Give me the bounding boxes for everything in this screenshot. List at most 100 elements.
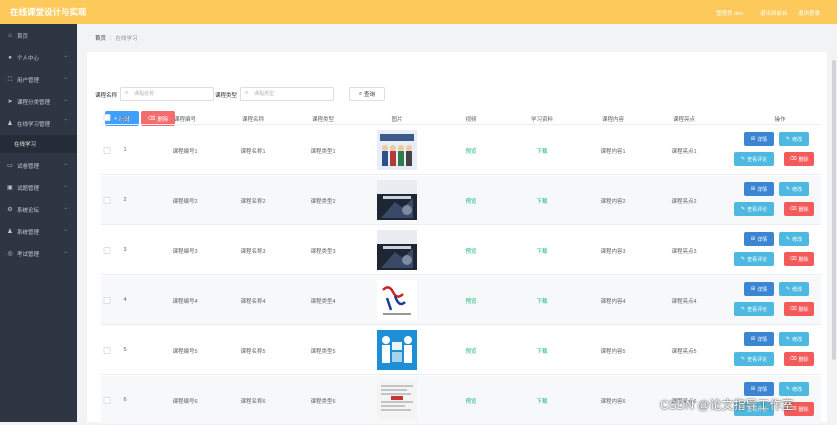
course-name-field[interactable]: ⌕ bbox=[120, 87, 214, 101]
sidebar-item-system[interactable]: ♟ 系统管理 ⌄ bbox=[0, 222, 77, 242]
material-download-link[interactable]: 下载 bbox=[536, 247, 547, 255]
sidebar-item-label: 考试管理 bbox=[17, 252, 40, 258]
sidebar-item-forum[interactable]: ⚙ 系统论坛 ⌄ bbox=[0, 200, 77, 220]
material-download-link[interactable]: 下载 bbox=[536, 147, 547, 155]
trash-icon: ⌫ bbox=[789, 356, 797, 362]
cell-name: 课程名称6 bbox=[240, 399, 266, 405]
detail-button[interactable]: ⊞ 详情 bbox=[744, 282, 774, 296]
chevron-down-icon: ⌄ bbox=[63, 53, 68, 59]
cell-index: 4 bbox=[123, 297, 127, 303]
sidebar-item-profile[interactable]: ● 个人中心 ⌄ bbox=[0, 48, 77, 68]
row-delete-button[interactable]: ⌫ 删除 bbox=[784, 202, 814, 216]
row-delete-button[interactable]: ⌫ 删除 bbox=[784, 252, 814, 266]
course-thumbnail bbox=[377, 380, 417, 420]
detail-button[interactable]: ⊞ 详情 bbox=[744, 132, 774, 146]
sidebar-item-exam[interactable]: ◎ 考试管理 ⌄ bbox=[0, 244, 77, 264]
column-header-video: 视频 bbox=[465, 117, 477, 123]
material-download-link[interactable]: 下载 bbox=[536, 297, 547, 305]
search-icon: ⌕ bbox=[125, 90, 129, 96]
row-delete-button[interactable]: ⌫ 删除 bbox=[784, 352, 814, 366]
column-header-index: 索引 bbox=[119, 117, 131, 123]
select-all-checkbox[interactable] bbox=[103, 114, 111, 121]
sidebar: ⌂ 首页 ● 个人中心 ⌄ ⛶ 用户管理 ⌄ ➤ 课程分类管理 ⌄ ♟ 在线学习… bbox=[0, 24, 77, 422]
video-preview-link[interactable]: 预览 bbox=[465, 147, 476, 155]
header-logout-link[interactable]: 退出登录 bbox=[798, 9, 820, 17]
sidebar-item-course-category[interactable]: ➤ 课程分类管理 ⌄ bbox=[0, 92, 77, 112]
sidebar-item-online-learning[interactable]: ♟ 在线学习管理 ⌃ bbox=[0, 114, 77, 134]
edit-button[interactable]: ✎ 修改 bbox=[779, 182, 809, 196]
trash-icon: ⌫ bbox=[789, 156, 797, 162]
view-comment-button[interactable]: ✎ 查看评论 bbox=[734, 252, 774, 266]
row-delete-button-label: 删除 bbox=[798, 256, 809, 263]
search-icon: ⌕ bbox=[245, 90, 249, 96]
video-preview-link[interactable]: 预览 bbox=[465, 347, 476, 355]
query-button[interactable]: ⌕ 查询 bbox=[349, 87, 385, 101]
pencil-icon: ✎ bbox=[740, 256, 746, 262]
pencil-icon: ✎ bbox=[740, 156, 746, 162]
video-preview-link[interactable]: 预览 bbox=[465, 197, 476, 205]
cell-name: 课程名称2 bbox=[240, 199, 266, 205]
detail-button[interactable]: ⊞ 详情 bbox=[744, 332, 774, 346]
header-user-link[interactable]: 管理员 abo bbox=[716, 9, 743, 17]
detail-button[interactable]: ⊞ 详情 bbox=[744, 232, 774, 246]
pencil-icon: ✎ bbox=[785, 186, 791, 192]
sidebar-item-label: 首页 bbox=[17, 34, 29, 40]
cell-name: 课程名称4 bbox=[240, 299, 266, 305]
sidebar-subitem-online-learning[interactable]: 在线学习 bbox=[0, 135, 77, 153]
row-checkbox[interactable] bbox=[103, 397, 111, 404]
query-button-label: 查询 bbox=[364, 92, 376, 98]
course-type-input[interactable] bbox=[254, 89, 330, 99]
sidebar-item-home[interactable]: ⌂ 首页 bbox=[0, 26, 77, 46]
cell-code: 课程编号4 bbox=[172, 299, 198, 305]
cell-index: 1 bbox=[123, 147, 127, 153]
breadcrumb-home[interactable]: 首页 bbox=[95, 36, 106, 42]
video-preview-link[interactable]: 预览 bbox=[465, 397, 476, 405]
column-header-material: 学习资料 bbox=[530, 117, 554, 123]
row-delete-button-label: 删除 bbox=[798, 356, 809, 363]
video-preview-link[interactable]: 预览 bbox=[465, 247, 476, 255]
detail-button[interactable]: ⊞ 详情 bbox=[744, 382, 774, 396]
header-front-link[interactable]: 退出到前台 bbox=[760, 9, 788, 17]
video-preview-link[interactable]: 预览 bbox=[465, 297, 476, 305]
cell-highlight: 课程亮点1 bbox=[671, 149, 697, 155]
row-checkbox[interactable] bbox=[103, 297, 111, 304]
row-checkbox[interactable] bbox=[103, 147, 111, 154]
edit-button[interactable]: ✎ 修改 bbox=[779, 332, 809, 346]
cell-name: 课程名称3 bbox=[240, 249, 266, 255]
detail-button[interactable]: ⊞ 详情 bbox=[744, 182, 774, 196]
chevron-down-icon: ⌄ bbox=[63, 161, 68, 167]
sidebar-item-questions[interactable]: ▣ 试题管理 ⌄ bbox=[0, 178, 77, 198]
material-download-link[interactable]: 下载 bbox=[536, 197, 547, 205]
row-delete-button[interactable]: ⌫ 删除 bbox=[784, 152, 814, 166]
edit-button-label: 修改 bbox=[792, 386, 803, 393]
edit-button[interactable]: ✎ 修改 bbox=[779, 382, 809, 396]
sidebar-item-paper[interactable]: ▭ 试卷管理 ⌄ bbox=[0, 156, 77, 176]
breadcrumb: 首页 / 在线学习 bbox=[95, 34, 138, 42]
cell-type: 课程类型5 bbox=[310, 349, 336, 355]
edit-button[interactable]: ✎ 修改 bbox=[779, 282, 809, 296]
scrollbar-thumb[interactable] bbox=[832, 60, 836, 360]
edit-button[interactable]: ✎ 修改 bbox=[779, 132, 809, 146]
chevron-up-icon: ⌃ bbox=[63, 119, 68, 125]
view-comment-button[interactable]: ✎ 查看评论 bbox=[734, 302, 774, 316]
detail-button-label: 详情 bbox=[757, 386, 768, 393]
view-comment-button[interactable]: ✎ 查看评论 bbox=[734, 202, 774, 216]
course-name-input[interactable] bbox=[134, 89, 210, 99]
material-download-link[interactable]: 下载 bbox=[536, 397, 547, 405]
view-comment-button[interactable]: ✎ 查看评论 bbox=[734, 352, 774, 366]
watermark: CSDN @论文指导工作室 bbox=[660, 398, 794, 412]
column-header-name: 课程名称 bbox=[241, 117, 265, 123]
cell-code: 课程编号2 bbox=[172, 199, 198, 205]
row-checkbox[interactable] bbox=[103, 247, 111, 254]
edit-button[interactable]: ✎ 修改 bbox=[779, 232, 809, 246]
material-download-link[interactable]: 下载 bbox=[536, 347, 547, 355]
cell-type: 课程类型6 bbox=[310, 399, 336, 405]
view-comment-button[interactable]: ✎ 查看评论 bbox=[734, 152, 774, 166]
sidebar-item-label: 用户管理 bbox=[17, 78, 40, 84]
row-delete-button[interactable]: ⌫ 删除 bbox=[784, 302, 814, 316]
sidebar-item-users[interactable]: ⛶ 用户管理 ⌄ bbox=[0, 70, 77, 90]
row-checkbox[interactable] bbox=[103, 347, 111, 354]
course-type-field[interactable]: ⌕ bbox=[240, 87, 334, 101]
sidebar-item-label: 在线学习管理 bbox=[17, 122, 51, 128]
row-checkbox[interactable] bbox=[103, 197, 111, 204]
